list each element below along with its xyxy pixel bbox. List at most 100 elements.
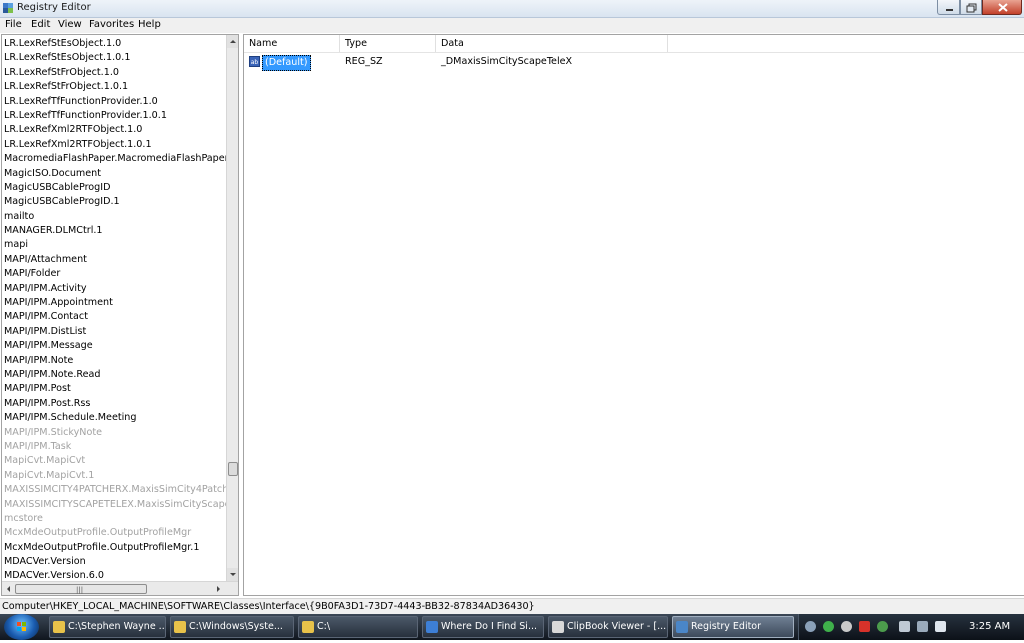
taskbar-button[interactable]: Where Do I Find Si... [422, 616, 544, 638]
tree-key-item[interactable]: MapiCvt.MapiCvt [4, 454, 226, 468]
taskbar-button[interactable]: C:\Stephen Wayne ... [49, 616, 166, 638]
values-list-pane[interactable]: Name Type Data ab (Default) REG_SZ _DMax… [243, 34, 1024, 596]
value-row[interactable]: ab (Default) REG_SZ _DMaxisSimCityScapeT… [244, 54, 1024, 71]
tray-security-icon[interactable] [859, 621, 870, 632]
tree-key-item[interactable]: MAPI/IPM.Note.Read [4, 368, 226, 382]
scroll-left-button[interactable] [2, 582, 15, 595]
tree-key-item[interactable]: MAPI/IPM.Message [4, 339, 226, 353]
tree-key-item[interactable]: LR.LexRefStEsObject.1.0 [4, 37, 226, 51]
taskbar-button[interactable]: C:\Windows\Syste... [170, 616, 294, 638]
taskbar-button-label: ClipBook Viewer - [... [567, 621, 667, 632]
start-button[interactable] [4, 614, 39, 640]
volume-icon[interactable] [935, 621, 946, 632]
taskbar-button[interactable]: Registry Editor [672, 616, 794, 638]
tree-key-item[interactable]: McxMdeOutputProfile.OutputProfileMgr [4, 526, 226, 540]
tree-key-item[interactable]: MacromediaFlashPaper.MacromediaFlashPape… [4, 152, 226, 166]
tree-key-item[interactable]: MAPI/IPM.Post.Rss [4, 397, 226, 411]
tree-key-item[interactable]: MANAGER.DLMCtrl.1 [4, 224, 226, 238]
taskbar-app-icon [174, 621, 186, 633]
close-button[interactable] [982, 0, 1022, 15]
taskbar-button[interactable]: ClipBook Viewer - [... [548, 616, 668, 638]
taskbar-app-icon [426, 621, 438, 633]
tree-key-item[interactable]: MagicISO.Document [4, 167, 226, 181]
tree-key-item[interactable]: mcstore [4, 512, 226, 526]
menu-favorites[interactable]: Favorites [89, 19, 134, 30]
tree-key-item[interactable]: LR.LexRefStEsObject.1.0.1 [4, 51, 226, 65]
tray-app-icon[interactable] [805, 621, 816, 632]
tree-key-item[interactable]: MagicUSBCableProgID.1 [4, 195, 226, 209]
tree-key-item[interactable]: MAPI/IPM.DistList [4, 325, 226, 339]
scroll-up-button[interactable] [227, 35, 238, 48]
taskbar: C:\Stephen Wayne ... C:\Windows\Syste... C… [0, 614, 1024, 640]
key-tree-pane[interactable]: LR.LexRefStEsObject.1.0 LR.LexRefStEsObje… [1, 34, 239, 596]
column-header-name[interactable]: Name [244, 35, 340, 52]
tree-key-item[interactable]: LR.LexRefStFrObject.1.0.1 [4, 80, 226, 94]
tree-key-item[interactable]: MDACVer.Version [4, 555, 226, 569]
minimize-icon [946, 9, 953, 11]
tree-key-item[interactable]: MAPI/IPM.Activity [4, 282, 226, 296]
windows-logo-icon [17, 622, 26, 631]
grip-icon: ||| [76, 586, 84, 594]
tree-key-item[interactable]: McxMdeOutputProfile.OutputProfileMgr.1 [4, 541, 226, 555]
scroll-right-button[interactable] [212, 582, 225, 595]
taskbar-button-label: C:\ [317, 621, 331, 632]
column-header-data[interactable]: Data [436, 35, 668, 52]
taskbar-button-label: Registry Editor [691, 621, 762, 632]
string-value-icon: ab [249, 56, 260, 67]
menu-help[interactable]: Help [138, 19, 161, 30]
tray-device-icon[interactable] [899, 621, 910, 632]
tray-clock-app-icon[interactable] [841, 621, 852, 632]
tree-key-item[interactable]: mapi [4, 238, 226, 252]
taskbar-app-icon [53, 621, 65, 633]
tree-key-item[interactable]: MAPI/IPM.Appointment [4, 296, 226, 310]
horizontal-scroll-thumb[interactable]: ||| [15, 584, 147, 594]
registry-editor-icon [3, 3, 13, 13]
taskbar-app-icon [302, 621, 314, 633]
tree-key-item[interactable]: MAPI/Attachment [4, 253, 226, 267]
tree-key-item[interactable]: MAPI/IPM.StickyNote [4, 426, 226, 440]
value-data: _DMaxisSimCityScapeTeleX [441, 56, 573, 67]
taskbar-app-icon [552, 621, 564, 633]
menu-edit[interactable]: Edit [31, 19, 50, 30]
tree-key-item[interactable]: LR.LexRefTfFunctionProvider.1.0 [4, 95, 226, 109]
tree-key-item[interactable]: LR.LexRefTfFunctionProvider.1.0.1 [4, 109, 226, 123]
tree-key-item[interactable]: MagicUSBCableProgID [4, 181, 226, 195]
tray-power-icon[interactable] [917, 621, 928, 632]
tray-update-icon[interactable] [877, 621, 888, 632]
clock[interactable]: 3:25 AM [969, 621, 1010, 632]
restore-button[interactable] [960, 0, 982, 15]
vertical-scroll-thumb[interactable] [228, 462, 238, 476]
title-bar[interactable]: Registry Editor [0, 0, 1024, 18]
system-tray: 3:25 AM [798, 614, 1024, 640]
tree-key-item[interactable]: MAXISSIMCITY4PATCHERX.MaxisSimCity4Patch… [4, 483, 226, 497]
tree-key-item[interactable]: MapiCvt.MapiCvt.1 [4, 469, 226, 483]
tree-key-item[interactable]: MAPI/IPM.Contact [4, 310, 226, 324]
tree-key-item[interactable]: LR.LexRefXml2RTFObject.1.0 [4, 123, 226, 137]
arrow-down-icon [230, 573, 236, 576]
taskbar-button[interactable]: C:\ [298, 616, 418, 638]
taskbar-button-label: C:\Windows\Syste... [189, 621, 283, 632]
tree-key-item[interactable]: MAPI/Folder [4, 267, 226, 281]
menu-file[interactable]: File [5, 19, 22, 30]
tree-key-item[interactable]: MAPI/IPM.Schedule.Meeting [4, 411, 226, 425]
tree-horizontal-scrollbar[interactable]: ||| [2, 581, 238, 595]
tree-key-item[interactable]: MAXISSIMCITYSCAPETELEX.MaxisSimCityScape… [4, 498, 226, 512]
column-header-type[interactable]: Type [340, 35, 436, 52]
tree-vertical-scrollbar[interactable] [226, 35, 238, 581]
value-name: (Default) [262, 55, 311, 71]
arrow-left-icon [7, 586, 10, 592]
window-title: Registry Editor [17, 2, 91, 13]
value-type: REG_SZ [345, 56, 383, 67]
tree-key-item[interactable]: mailto [4, 210, 226, 224]
tree-key-item[interactable]: MAPI/IPM.Post [4, 382, 226, 396]
close-icon [998, 3, 1008, 12]
minimize-button[interactable] [937, 0, 960, 15]
tree-key-item[interactable]: MAPI/IPM.Task [4, 440, 226, 454]
menu-view[interactable]: View [58, 19, 82, 30]
tree-key-item[interactable]: MAPI/IPM.Note [4, 354, 226, 368]
tree-key-item[interactable]: LR.LexRefStFrObject.1.0 [4, 66, 226, 80]
tree-key-item[interactable]: LR.LexRefXml2RTFObject.1.0.1 [4, 138, 226, 152]
scroll-down-button[interactable] [227, 568, 238, 581]
tray-network-icon[interactable] [823, 621, 834, 632]
arrow-right-icon [217, 586, 220, 592]
